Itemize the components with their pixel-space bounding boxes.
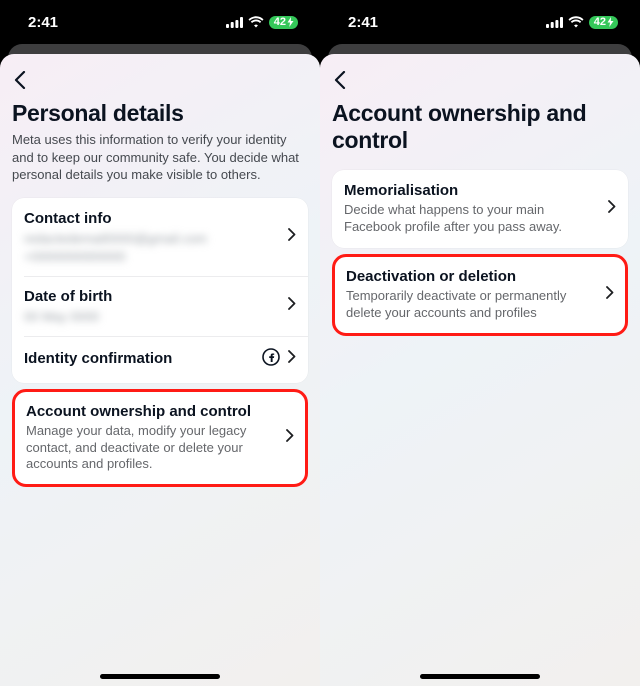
row-memorialisation[interactable]: Memorialisation Decide what happens to y… — [332, 170, 628, 248]
chevron-right-icon — [288, 228, 296, 246]
status-time: 2:41 — [348, 14, 378, 31]
page-title: Account ownership and control — [332, 100, 628, 154]
settings-card-highlighted: Account ownership and control Manage you… — [12, 389, 308, 488]
row-subtitle: Temporarily deactivate or permanently de… — [346, 288, 598, 322]
status-right: 42 — [546, 16, 618, 29]
back-button[interactable] — [332, 66, 360, 94]
row-subtitle: Manage your data, modify your legacy con… — [26, 423, 278, 474]
home-indicator[interactable] — [100, 674, 220, 679]
chevron-right-icon — [606, 286, 614, 304]
settings-card: Memorialisation Decide what happens to y… — [332, 170, 628, 248]
phone-left: 2:41 42 Personal details Meta uses this … — [0, 0, 320, 686]
sheet: Personal details Meta uses this informat… — [0, 54, 320, 686]
chevron-right-icon — [288, 350, 296, 368]
row-title: Memorialisation — [344, 182, 600, 200]
chevron-left-icon — [334, 71, 346, 89]
row-title: Contact info — [24, 210, 280, 228]
battery-icon: 42 — [589, 16, 618, 29]
status-bar: 2:41 42 — [0, 0, 320, 44]
battery-icon: 42 — [269, 16, 298, 29]
row-title: Account ownership and control — [26, 403, 278, 421]
redacted-text: 00 May 0000 — [24, 309, 280, 324]
row-subtitle: Decide what happens to your main Faceboo… — [344, 202, 600, 236]
cellular-icon — [546, 17, 563, 28]
row-deactivation-deletion[interactable]: Deactivation or deletion Temporarily dea… — [335, 257, 625, 333]
home-indicator[interactable] — [420, 674, 540, 679]
row-contact-info[interactable]: Contact info redactedemail0000@gmail.com… — [12, 198, 308, 276]
page-title: Personal details — [12, 100, 308, 127]
row-title: Identity confirmation — [24, 350, 256, 368]
chevron-right-icon — [608, 200, 616, 218]
chevron-right-icon — [286, 429, 294, 447]
redacted-text: redactedemail0000@gmail.com — [24, 231, 280, 246]
wifi-icon — [568, 16, 584, 28]
battery-level: 42 — [594, 17, 606, 28]
phone-right: 2:41 42 Account ownership and control Me… — [320, 0, 640, 686]
row-title: Date of birth — [24, 288, 280, 306]
settings-card-highlighted: Deactivation or deletion Temporarily dea… — [332, 254, 628, 336]
battery-level: 42 — [274, 17, 286, 28]
back-button[interactable] — [12, 66, 40, 94]
row-account-ownership[interactable]: Account ownership and control Manage you… — [15, 392, 305, 485]
wifi-icon — [248, 16, 264, 28]
settings-card: Contact info redactedemail0000@gmail.com… — [12, 198, 308, 383]
status-bar: 2:41 42 — [320, 0, 640, 44]
row-title: Deactivation or deletion — [346, 268, 598, 286]
sheet: Account ownership and control Memorialis… — [320, 54, 640, 686]
status-right: 42 — [226, 16, 298, 29]
cellular-icon — [226, 17, 243, 28]
row-date-of-birth[interactable]: Date of birth 00 May 0000 — [12, 276, 308, 336]
row-identity-confirmation[interactable]: Identity confirmation — [12, 336, 308, 383]
chevron-left-icon — [14, 71, 26, 89]
redacted-text: +0000000000000 — [24, 249, 280, 264]
page-subtitle: Meta uses this information to verify you… — [12, 131, 308, 184]
facebook-circle-icon — [262, 348, 280, 371]
chevron-right-icon — [288, 297, 296, 315]
status-time: 2:41 — [28, 14, 58, 31]
